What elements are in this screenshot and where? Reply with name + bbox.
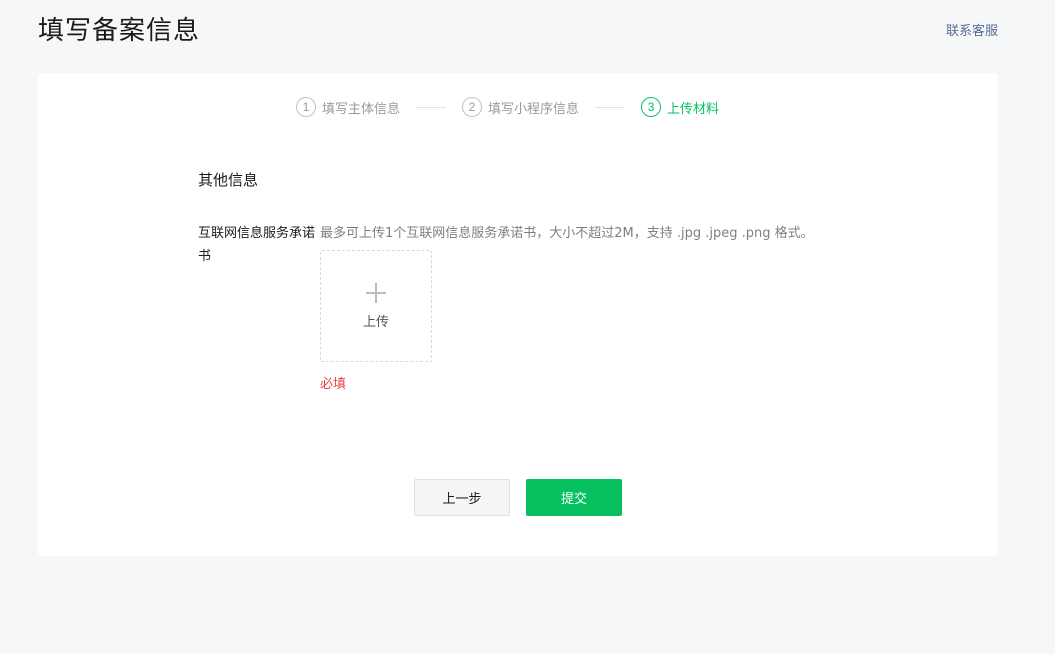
section-title: 其他信息: [198, 171, 259, 189]
step-1-number: 1: [296, 97, 316, 117]
upload-label: 上传: [362, 314, 389, 330]
step-indicator: 1 填写主体信息 2 填写小程序信息 3 上传材料: [296, 96, 719, 118]
required-error: 必填: [320, 377, 347, 392]
step-3-number: 3: [641, 97, 662, 117]
step-3-label: 上传材料: [667, 101, 720, 117]
step-2-label: 填写小程序信息: [488, 101, 580, 117]
contact-support-link[interactable]: 联系客服: [946, 20, 998, 39]
main-card: 1 填写主体信息 2 填写小程序信息 3 上传材料 其他信息 互联网信息服务承诺…: [38, 73, 998, 556]
field-content: 最多可上传1个互联网信息服务承诺书，大小不超过2M，支持 .jpg .jpeg …: [320, 222, 830, 392]
step-divider: [595, 106, 626, 108]
step-2-number: 2: [462, 97, 483, 117]
upload-tip: 最多可上传1个互联网信息服务承诺书，大小不超过2M，支持 .jpg .jpeg …: [320, 226, 814, 241]
submit-button[interactable]: 提交: [526, 479, 622, 516]
step-1[interactable]: 1 填写主体信息: [296, 97, 400, 117]
commitment-letter-field: 互联网信息服务承诺书 最多可上传1个互联网信息服务承诺书，大小不超过2M，支持 …: [198, 222, 830, 392]
field-label: 互联网信息服务承诺书: [198, 226, 316, 264]
step-2[interactable]: 2 填写小程序信息: [462, 97, 579, 117]
upload-button[interactable]: 上传: [320, 250, 432, 362]
step-3[interactable]: 3 上传材料: [641, 97, 719, 117]
plus-icon: [366, 282, 386, 303]
step-divider: [416, 106, 447, 108]
page-title: 填写备案信息: [38, 16, 201, 46]
step-1-label: 填写主体信息: [322, 101, 401, 117]
previous-step-button[interactable]: 上一步: [414, 479, 510, 516]
